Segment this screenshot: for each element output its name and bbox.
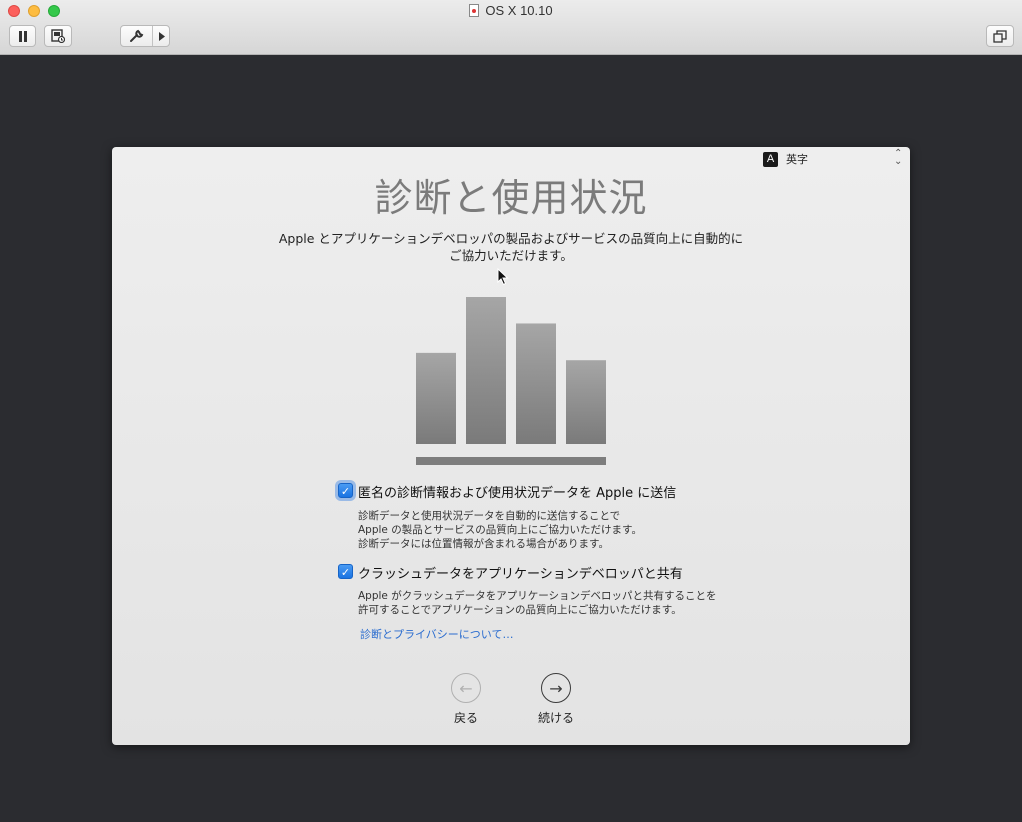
window-mode-button[interactable] bbox=[986, 25, 1014, 47]
chart-bar bbox=[416, 352, 456, 444]
snapshot-icon bbox=[51, 29, 65, 43]
settings-tools-button[interactable] bbox=[120, 25, 170, 47]
send-diagnostics-description: 診断データと使用状況データを自動的に送信することで Apple の製品とサービス… bbox=[358, 509, 642, 551]
arrow-right-circle-icon: → bbox=[541, 673, 571, 703]
disclosure-arrow-icon[interactable] bbox=[159, 31, 165, 41]
continue-button[interactable]: → 続ける bbox=[526, 673, 586, 726]
share-crash-data-checkbox[interactable]: ✓ bbox=[338, 564, 353, 579]
back-button[interactable]: ← 戻る bbox=[436, 673, 496, 726]
pause-button[interactable] bbox=[9, 25, 36, 47]
arrow-left-circle-icon: ← bbox=[451, 673, 481, 703]
toolbar-separator bbox=[151, 26, 153, 46]
send-diagnostics-label[interactable]: 匿名の診断情報および使用状況データを Apple に送信 bbox=[358, 482, 676, 501]
description-line: 診断データと使用状況データを自動的に送信することで bbox=[358, 510, 621, 522]
send-diagnostics-checkbox[interactable]: ✓ bbox=[338, 483, 353, 498]
pause-icon bbox=[18, 30, 27, 42]
window-restore-icon bbox=[993, 29, 1007, 43]
chevron-up-down-icon[interactable]: ⌃ ⌄ bbox=[894, 149, 902, 167]
share-crash-data-description: Apple がクラッシュデータをアプリケーションデベロッパと共有することを 許可… bbox=[358, 589, 717, 617]
description-line: 許可することでアプリケーションの品質向上にご協力いただけます。 bbox=[358, 604, 682, 616]
snapshot-button[interactable] bbox=[44, 25, 72, 47]
vm-titlebar: OS X 10.10 bbox=[0, 0, 1022, 55]
chart-baseline bbox=[416, 457, 606, 465]
description-line: Apple の製品とサービスの品質向上にご協力いただけます。 bbox=[358, 524, 642, 536]
input-source-label: 英字 bbox=[786, 153, 808, 166]
share-crash-data-label[interactable]: クラッシュデータをアプリケーションデベロッパと共有 bbox=[358, 563, 683, 582]
input-source-menu[interactable]: A 英字 bbox=[763, 151, 808, 167]
description-line: ご協力いただけます。 bbox=[449, 248, 573, 263]
page-title: 診断と使用状況 bbox=[374, 176, 648, 220]
description-line: Apple がクラッシュデータをアプリケーションデベロッパと共有することを bbox=[358, 590, 717, 602]
mouse-cursor-icon bbox=[497, 268, 509, 286]
wrench-icon bbox=[130, 29, 144, 42]
bar-chart-icon bbox=[416, 297, 606, 465]
chart-bar bbox=[566, 360, 606, 444]
setup-assistant-panel: A 英字 ⌃ ⌄ 診断と使用状況 Apple とアプリケーションデベロッパの製品お… bbox=[112, 147, 910, 745]
description-line: 診断データには位置情報が含まれる場合があります。 bbox=[358, 538, 609, 550]
vm-document-icon bbox=[469, 4, 480, 17]
window-title: OS X 10.10 bbox=[0, 3, 1022, 18]
privacy-info-link[interactable]: 診断とプライバシーについて… bbox=[360, 626, 513, 642]
continue-label: 続ける bbox=[537, 711, 574, 725]
page-description: Apple とアプリケーションデベロッパの製品およびサービスの品質向上に自動的に… bbox=[261, 230, 761, 264]
input-source-badge: A bbox=[763, 151, 778, 167]
window-title-text: OS X 10.10 bbox=[485, 3, 553, 18]
chart-bar bbox=[516, 323, 556, 444]
description-line: Apple とアプリケーションデベロッパの製品およびサービスの品質向上に自動的に bbox=[278, 231, 744, 246]
back-label: 戻る bbox=[453, 711, 478, 725]
chart-bar bbox=[466, 297, 506, 444]
